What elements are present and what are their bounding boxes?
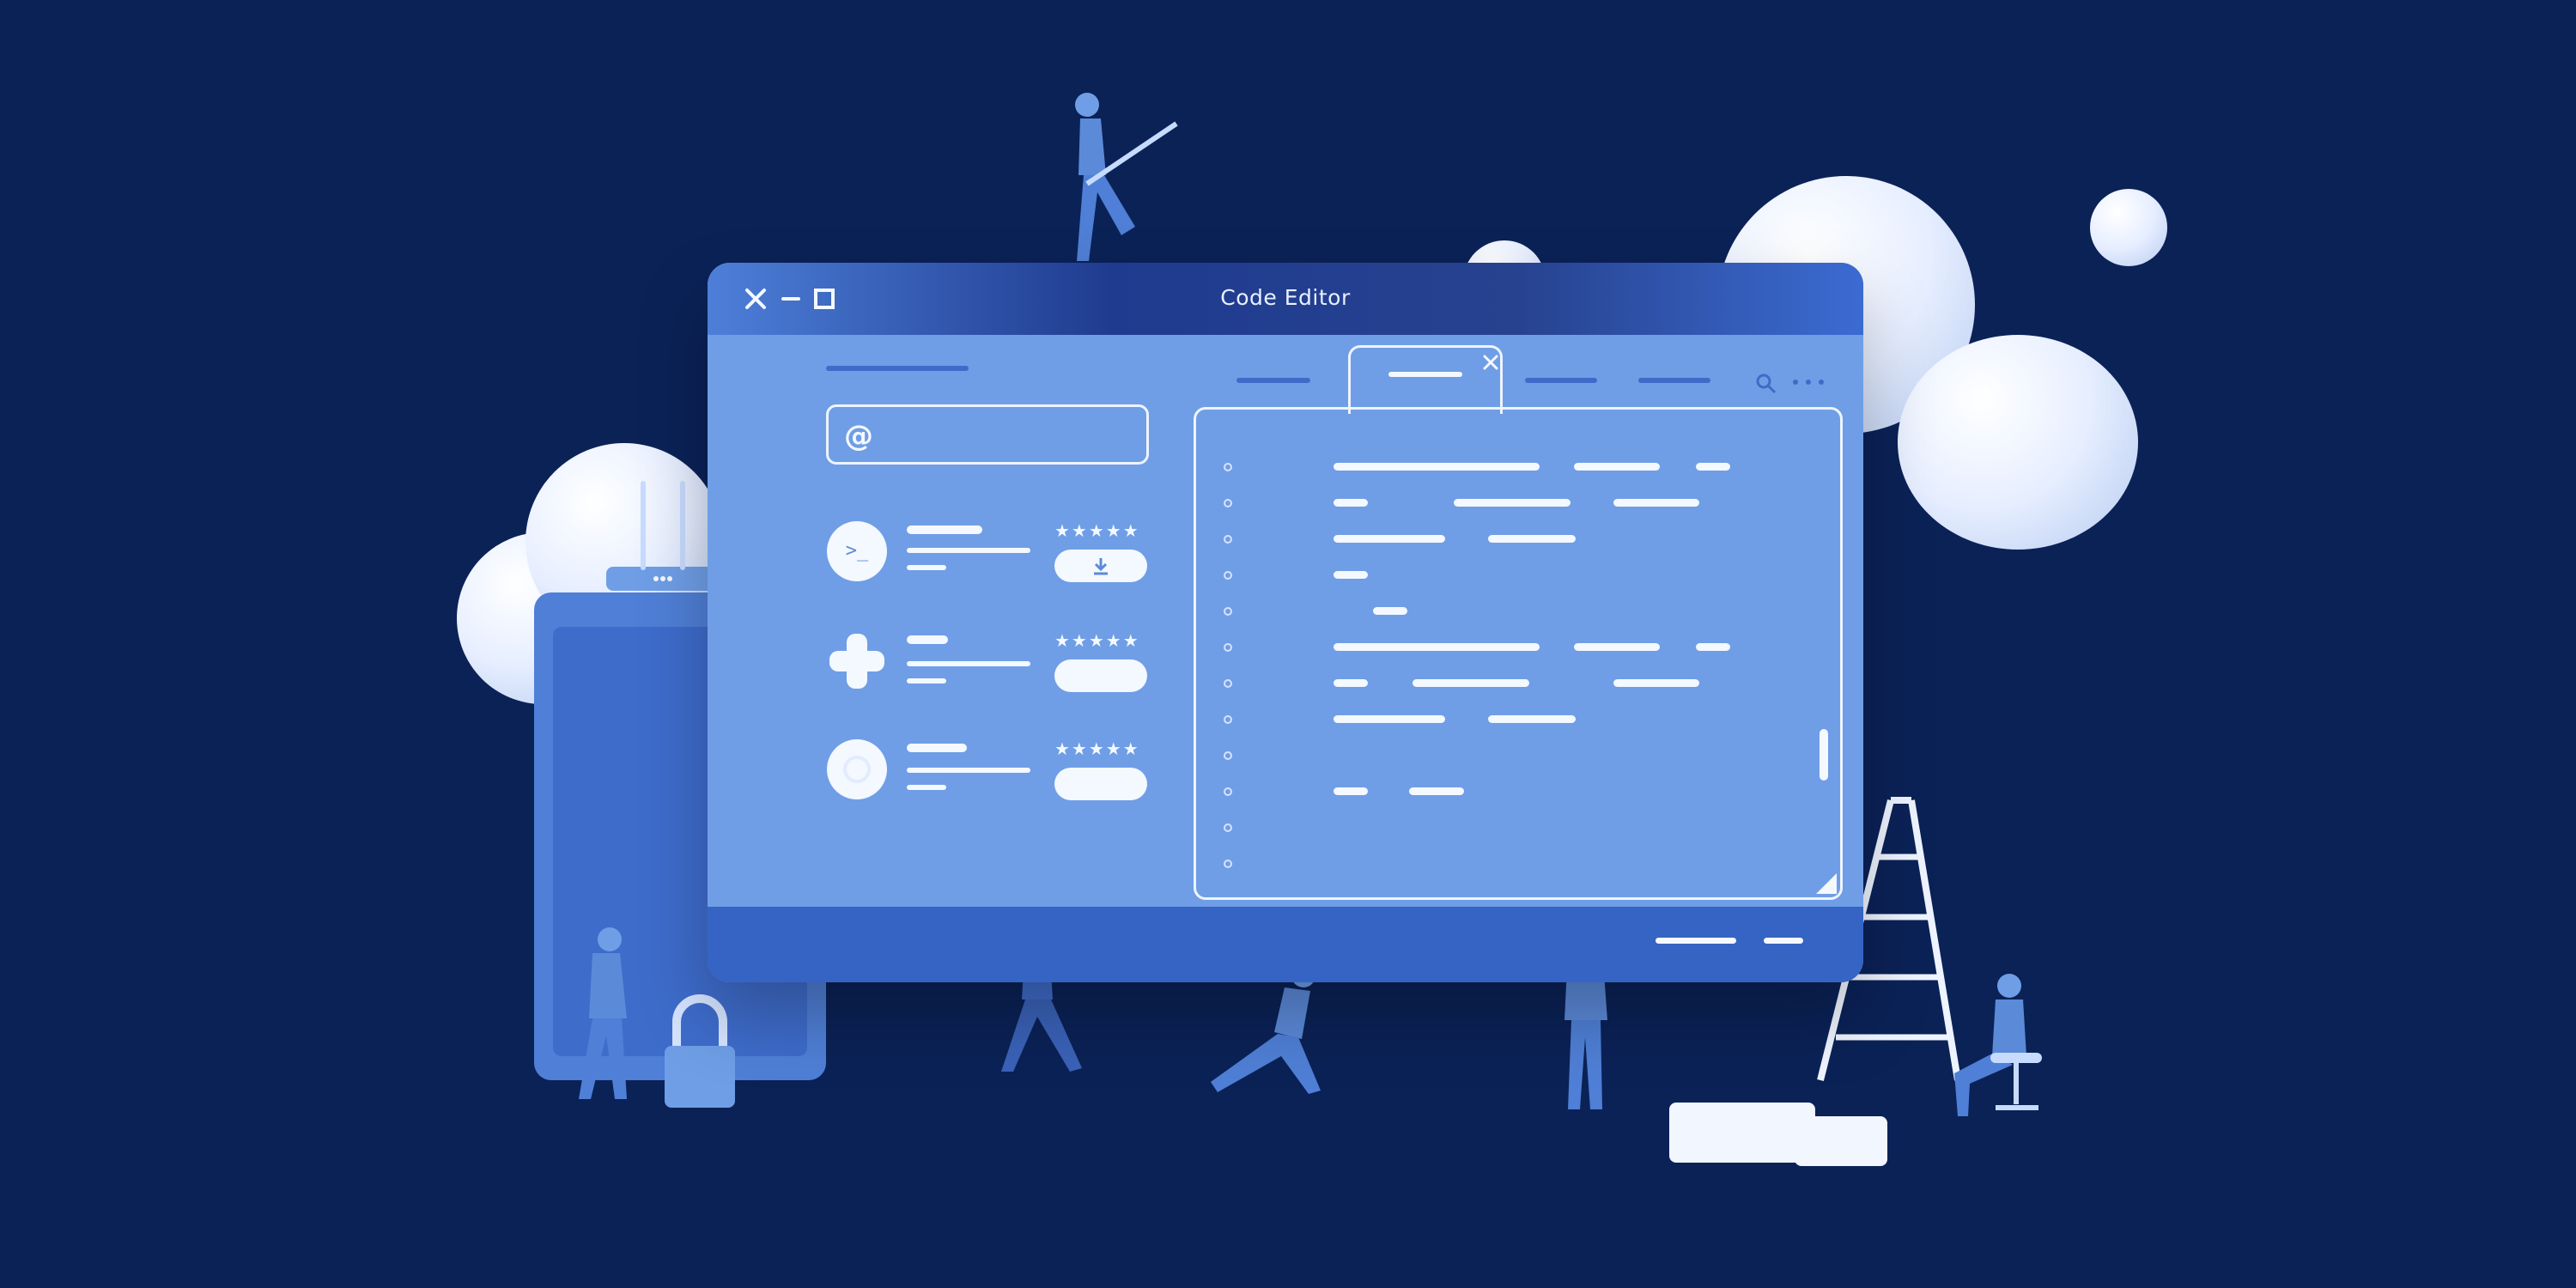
code-token [1409,787,1464,795]
line-gutter-marker [1224,499,1232,507]
line-gutter-marker [1224,860,1232,868]
plugin-desc-line [907,548,1030,553]
code-editor-window: Code Editor @ >_ ★★★★★ ★★★★★ ★★★★★ [708,263,1863,982]
line-gutter-marker [1224,679,1232,688]
install-button[interactable] [1054,550,1147,582]
router-icon [606,481,718,591]
code-token [1613,679,1699,687]
plugin-name-line [907,635,948,644]
floor-block-large [1669,1103,1815,1163]
code-token [1454,499,1571,507]
tab-active[interactable] [1348,345,1503,414]
line-gutter-marker [1224,535,1232,544]
title-bar: Code Editor [708,263,1863,335]
person-figure-chair [1954,974,2042,1116]
status-line [1656,938,1736,944]
code-token [1613,499,1699,507]
resize-handle[interactable] [1816,873,1837,894]
plus-icon [829,634,884,689]
at-symbol: @ [844,419,873,453]
line-gutter-marker [1224,751,1232,760]
download-icon [1094,558,1108,575]
sidebar-header-line [826,366,969,371]
code-token [1574,463,1660,471]
plugin-item[interactable]: >_ ★★★★★ [826,520,1152,589]
plugin-item[interactable]: ★★★★★ [826,630,1152,699]
plugin-item[interactable]: ★★★★★ [826,738,1152,807]
plugin-desc-line [907,661,1030,666]
floating-sphere [2090,189,2167,266]
line-gutter-marker [1224,787,1232,796]
code-token [1488,715,1576,723]
status-bar [708,907,1863,982]
search-icon[interactable] [1755,373,1777,395]
person-figure-lunging [1211,963,1321,1094]
code-token [1413,679,1529,687]
scrollbar-thumb[interactable] [1820,729,1828,781]
plugin-desc-line [907,785,946,790]
code-token [1334,571,1368,579]
plugin-desc-line [907,678,946,683]
rating-stars: ★★★★★ [1054,738,1140,759]
status-line [1764,938,1803,944]
tab-inactive[interactable] [1236,378,1310,383]
line-gutter-marker [1224,823,1232,832]
install-button[interactable] [1054,768,1147,800]
rating-stars: ★★★★★ [1054,520,1140,541]
plugin-name-line [907,526,982,534]
padlock-icon [665,994,735,1108]
code-token [1334,463,1540,471]
code-token [1574,643,1660,651]
code-token [1334,715,1445,723]
code-token [1334,679,1368,687]
line-gutter-marker [1224,643,1232,652]
code-token [1696,643,1730,651]
line-gutter-marker [1224,715,1232,724]
code-token [1334,787,1368,795]
search-input[interactable]: @ [826,404,1149,465]
window-title: Code Editor [1220,285,1351,310]
line-gutter-marker [1224,463,1232,471]
code-editor-panel[interactable] [1194,407,1843,900]
code-token [1373,607,1407,615]
code-token [1334,535,1445,543]
tab-active-label-line [1388,372,1462,377]
plugin-desc-line [907,768,1030,773]
tab-close-icon[interactable] [1480,352,1501,373]
line-gutter-marker [1224,571,1232,580]
floor-block-small [1795,1116,1887,1166]
plugin-name-line [907,744,967,752]
circle-icon [827,739,887,799]
terminal-prompt-text: >_ [845,540,869,562]
more-icon[interactable] [1791,378,1826,386]
cloud-blob-right-lower [1898,335,2138,550]
code-token [1696,463,1730,471]
tab-inactive[interactable] [1638,378,1710,383]
rating-stars: ★★★★★ [1054,630,1140,651]
plugin-desc-line [907,565,946,570]
person-figure-server [579,927,627,1099]
code-token [1334,643,1540,651]
person-figure-top [1075,93,1178,261]
install-button[interactable] [1054,659,1147,692]
code-token [1334,499,1368,507]
line-gutter-marker [1224,607,1232,616]
tab-inactive[interactable] [1525,378,1597,383]
code-token [1488,535,1576,543]
scene: Code Editor @ >_ ★★★★★ ★★★★★ ★★★★★ [0,0,2576,1288]
